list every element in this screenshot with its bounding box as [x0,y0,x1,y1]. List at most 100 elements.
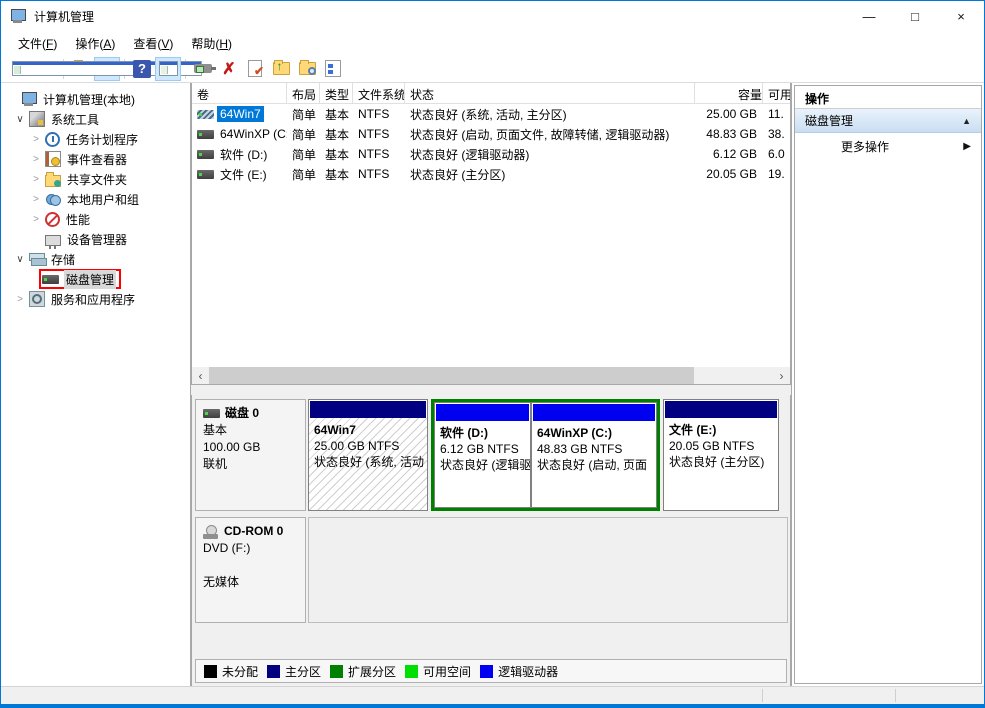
tree-item-task-scheduler[interactable]: > 任务计划程序 [1,129,190,149]
tree-item-system-tools[interactable]: ∨ 系统工具 [1,109,190,129]
menu-action[interactable]: 操作(A) [66,32,124,55]
column-header-free[interactable]: 可用 [763,83,791,103]
pane-splitter[interactable] [191,385,791,395]
tree-item-device-manager[interactable]: 设备管理器 [1,229,190,249]
volume-capacity: 20.05 GB [695,167,763,181]
disk-name: CD-ROM 0 [224,523,283,540]
volume-capacity: 25.00 GB [695,107,763,121]
volume-row[interactable]: 文件 (E:) 简单 基本 NTFS 状态良好 (主分区) 20.05 GB 1… [192,164,790,184]
status-cell [763,687,895,704]
volume-list-header: 卷 布局 类型 文件系统 状态 容量 可用 [192,83,790,104]
magnifier-glyph [308,67,316,75]
delete-button[interactable]: ✗ [216,57,242,81]
horizontal-scrollbar[interactable]: ‹ › [192,367,790,384]
column-header-layout[interactable]: 布局 [287,83,320,103]
more-actions-item[interactable]: 更多操作 ▶ [795,133,981,159]
cdrom-row: CD-ROM 0 DVD (F:) 无媒体 [195,517,788,623]
collapse-arrow-icon[interactable]: ▲ [962,116,971,126]
menu-text: 操作( [75,37,103,51]
export-button[interactable]: ↑ [268,57,294,81]
legend-item: 主分区 [267,663,321,680]
tools-icon [29,111,45,127]
show-action-pane-button[interactable] [155,57,181,81]
actions-section-label: 磁盘管理 [805,112,853,129]
volume-filesystem: NTFS [353,147,405,161]
show-console-tree-button[interactable] [94,57,120,81]
tree-item-storage[interactable]: ∨ 存储 [1,249,190,269]
menu-view[interactable]: 查看(V) [124,32,182,55]
chevron-down-icon[interactable]: ∨ [11,254,29,265]
folder-find-icon [299,62,316,75]
disk-0-label-box[interactable]: 磁盘 0 基本 100.00 GB 联机 [195,399,306,511]
chevron-right-icon[interactable]: > [27,174,45,185]
help-button[interactable]: ? [129,57,155,81]
volume-row[interactable]: 64WinXP (C:) 简单 基本 NTFS 状态良好 (启动, 页面文件, … [192,124,790,144]
column-header-capacity[interactable]: 容量 [695,83,763,103]
column-header-status[interactable]: 状态 [405,83,695,103]
actions-panel: 操作 磁盘管理 ▲ 更多操作 ▶ [791,83,984,686]
tree-item-computer-management[interactable]: 计算机管理(本地) [1,89,190,109]
column-header-type[interactable]: 类型 [320,83,353,103]
tree-item-label: 共享文件夹 [67,171,127,188]
partition-band-logical [533,404,655,421]
tree-item-shared-folders[interactable]: > 共享文件夹 [1,169,190,189]
status-bar [1,686,984,704]
tree-item-services-applications[interactable]: > 服务和应用程序 [1,289,190,309]
view-options-button[interactable] [320,57,346,81]
device-properties-button[interactable] [190,57,216,81]
maximize-button[interactable]: □ [892,1,938,31]
disk-0-row: 磁盘 0 基本 100.00 GB 联机 64Win7 25.00 GB NTF… [195,399,788,511]
partition-file-e[interactable]: 文件 (E:) 20.05 GB NTFS 状态良好 (主分区) [663,399,779,511]
partition-64win7[interactable]: 64Win7 25.00 GB NTFS 状态良好 (系统, 活动 [308,399,428,511]
actions-section-disk-management[interactable]: 磁盘管理 ▲ [795,109,981,133]
menu-text: ) [53,37,57,51]
minimize-button[interactable]: — [846,1,892,31]
disk-icon [42,275,59,284]
tree-item-performance[interactable]: > 性能 [1,209,190,229]
submenu-arrow-icon: ▶ [963,141,971,152]
chevron-right-icon[interactable]: > [27,194,45,205]
close-button[interactable]: × [938,1,984,31]
refresh-button[interactable]: ✔ [242,57,268,81]
scrollbar-track[interactable] [209,367,773,384]
tree-item-label: 任务计划程序 [66,131,138,148]
disk-type: 基本 [203,422,298,439]
cdrom-label-box[interactable]: CD-ROM 0 DVD (F:) 无媒体 [195,517,306,623]
scroll-left-icon[interactable]: ‹ [192,367,209,384]
menu-text: ) [111,37,115,51]
tree-item-label: 服务和应用程序 [51,291,135,308]
chevron-right-icon[interactable]: > [27,214,45,225]
menu-file[interactable]: 文件(F) [9,32,66,55]
volume-row[interactable]: 64Win7 简单 基本 NTFS 状态良好 (系统, 活动, 主分区) 25.… [192,104,790,124]
menu-text: 文件( [18,37,46,51]
find-button[interactable] [294,57,320,81]
legend-swatch-free [405,665,418,678]
chevron-right-icon[interactable]: > [27,154,45,165]
menu-help[interactable]: 帮助(H) [182,32,241,55]
status-cell [896,687,984,704]
tree-item-local-users-groups[interactable]: > 本地用户和组 [1,189,190,209]
shared-folder-icon [45,175,61,187]
tree-item-label: 性能 [66,211,90,228]
tree-item-label: 存储 [51,251,75,268]
partition-size: 20.05 GB NTFS [669,438,773,454]
volume-status: 状态良好 (逻辑驱动器) [405,146,695,163]
column-header-filesystem[interactable]: 文件系统 [353,83,405,103]
folder-export-icon: ↑ [273,62,290,75]
partition-software-d[interactable]: 软件 (D:) 6.12 GB NTFS 状态良好 (逻辑驱 [434,402,531,508]
chevron-right-icon[interactable]: > [27,134,45,145]
partition-64winxp-c[interactable]: 64WinXP (C:) 48.83 GB NTFS 状态良好 (启动, 页面 [531,402,657,508]
scrollbar-thumb[interactable] [209,367,694,384]
volume-name: 软件 (D:) [217,145,270,164]
chevron-down-icon[interactable]: ∨ [11,114,29,125]
column-header-volume[interactable]: 卷 [192,83,287,103]
tree-item-disk-management[interactable]: 磁盘管理 [1,269,190,289]
center-panel: 卷 布局 类型 文件系统 状态 容量 可用 64Win7 简单 基本 NTFS … [191,83,791,686]
computer-management-window: 计算机管理 — □ × 文件(F) 操作(A) 查看(V) 帮助(H) ← → … [0,0,985,708]
scroll-right-icon[interactable]: › [773,367,790,384]
volume-row[interactable]: 软件 (D:) 简单 基本 NTFS 状态良好 (逻辑驱动器) 6.12 GB … [192,144,790,164]
extended-partition-frame: 软件 (D:) 6.12 GB NTFS 状态良好 (逻辑驱 64WinXP (… [431,399,660,511]
tree-item-event-viewer[interactable]: > 事件查看器 [1,149,190,169]
partition-name: 64Win7 [314,422,422,438]
chevron-right-icon[interactable]: > [11,294,29,305]
